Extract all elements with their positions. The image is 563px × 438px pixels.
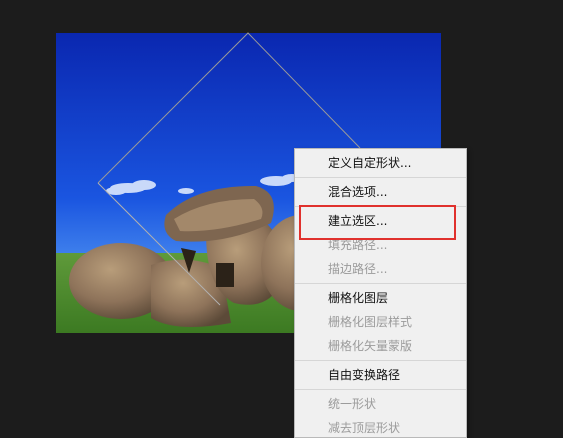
menu-group: 栅格化图层 栅格化图层样式 栅格化矢量蒙版 — [295, 284, 466, 361]
menu-item-stroke-path: 描边路径... — [328, 262, 388, 276]
menu-item-blending-options[interactable]: 混合选项... — [295, 180, 466, 204]
menu-group: 统一形状 减去顶层形状 — [295, 390, 466, 437]
document-canvas[interactable] — [0, 0, 563, 438]
menu-group: 混合选项... — [295, 178, 466, 207]
menu-group: 自由变换路径 — [295, 361, 466, 390]
menu-group: 建立选区... 填充路径... 描边路径... — [295, 207, 466, 284]
menu-group: 定义自定形状... — [295, 149, 466, 178]
menu-item-free-transform-path[interactable]: 自由变换路径 — [295, 363, 466, 387]
menu-item-rasterize-vector-mask: 栅格化矢量蒙版 — [328, 339, 413, 353]
context-menu: 定义自定形状... 混合选项... 建立选区... 填充路径... 描边路径..… — [294, 148, 467, 438]
menu-item-fill-path: 填充路径... — [328, 238, 388, 252]
menu-item-make-selection[interactable]: 建立选区... — [295, 209, 466, 233]
menu-item-subtract-front-shape: 减去顶层形状 — [328, 421, 401, 435]
menu-item-unite-shapes: 统一形状 — [328, 397, 377, 411]
menu-item-rasterize-layer[interactable]: 栅格化图层 — [295, 286, 466, 310]
menu-item-define-custom-shape[interactable]: 定义自定形状... — [295, 151, 466, 175]
menu-item-rasterize-layer-style: 栅格化图层样式 — [328, 315, 413, 329]
